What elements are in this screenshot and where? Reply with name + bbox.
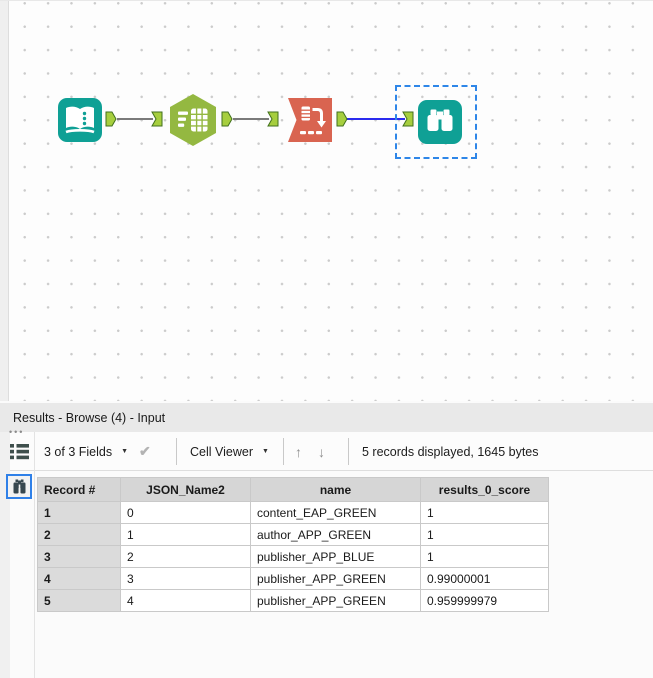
output-anchor-icon (336, 111, 348, 127)
data-cell[interactable]: 1 (420, 523, 549, 546)
pane-splitter-handle[interactable]: ••• (9, 427, 24, 437)
data-cell[interactable]: 1 (420, 501, 549, 524)
record-number-cell[interactable]: 1 (37, 501, 121, 524)
toolbar-separator (283, 438, 284, 465)
connection-jsonparse-to-transpose[interactable] (233, 118, 269, 120)
apply-check-icon[interactable]: ✔ (139, 443, 151, 460)
fields-dropdown[interactable]: 3 of 3 Fields ▼ ✔ (44, 432, 151, 471)
results-pane: Results - Browse (4) - Input 3 of 3 Fiel… (0, 401, 653, 678)
move-up-button[interactable]: ↑ (295, 432, 302, 471)
browse-profile-button[interactable] (6, 474, 32, 499)
canvas-edge-gutter (0, 1, 9, 401)
move-down-button[interactable]: ↓ (318, 432, 325, 471)
output-anchor-icon (105, 111, 117, 127)
record-number-cell[interactable]: 2 (37, 523, 121, 546)
record-number-cell[interactable]: 3 (37, 545, 121, 568)
results-title: Results - Browse (4) - Input (13, 410, 166, 425)
input-anchor-icon (267, 111, 279, 127)
workflow-canvas[interactable] (0, 1, 653, 401)
column-header[interactable]: results_0_score (420, 477, 549, 502)
data-cell[interactable]: publisher_APP_BLUE (250, 545, 421, 568)
column-header[interactable]: name (250, 477, 421, 502)
record-number-cell[interactable]: 4 (37, 567, 121, 590)
table-row: 3 2 publisher_APP_BLUE 1 (37, 545, 549, 568)
json-parse-tool[interactable] (167, 93, 219, 147)
results-grid: Record # JSON_Name2 name results_0_score 10… (37, 477, 549, 612)
binoculars-icon (13, 479, 25, 493)
record-count-status: 5 records displayed, 1645 bytes (362, 444, 539, 459)
input-anchor-icon (151, 111, 163, 127)
transpose-tool[interactable] (287, 97, 333, 143)
data-cell[interactable]: publisher_APP_GREEN (250, 589, 421, 612)
results-menu-button[interactable] (7, 439, 31, 463)
results-table: Record # JSON_Name2 name results_0_score 10… (37, 477, 549, 612)
output-anchor-icon (221, 111, 233, 127)
data-cell[interactable]: 4 (120, 589, 251, 612)
results-title-bar: Results - Browse (4) - Input (0, 403, 653, 432)
results-left-gutter (0, 432, 10, 678)
data-cell[interactable]: 0 (120, 501, 251, 524)
results-toolbar: 3 of 3 Fields ▼ ✔ Cell Viewer ▼ ↑ ↓ 5 re… (0, 432, 653, 471)
data-cell[interactable]: 0.959999979 (420, 589, 549, 612)
data-cell[interactable]: publisher_APP_GREEN (250, 567, 421, 590)
table-row: 5 4 publisher_APP_GREEN 0.959999979 (37, 589, 549, 612)
toolbar-separator (348, 438, 349, 465)
data-cell[interactable]: 0.99000001 (420, 567, 549, 590)
cell-viewer-dropdown[interactable]: Cell Viewer ▼ (190, 432, 269, 471)
table-row: 1 0 content_EAP_GREEN 1 (37, 501, 549, 524)
chevron-down-icon: ▼ (121, 448, 129, 455)
table-header-row: Record # JSON_Name2 name results_0_score (37, 477, 549, 502)
data-cell[interactable]: 1 (120, 523, 251, 546)
cell-viewer-label: Cell Viewer (190, 444, 253, 459)
table-row: 4 3 publisher_APP_GREEN 0.99000001 (37, 567, 549, 590)
icon-column-divider (34, 432, 35, 678)
data-cell[interactable]: content_EAP_GREEN (250, 501, 421, 524)
column-header[interactable]: Record # (37, 477, 121, 502)
data-cell[interactable]: 3 (120, 567, 251, 590)
fields-dropdown-label: 3 of 3 Fields (44, 444, 113, 459)
chevron-down-icon: ▼ (262, 448, 269, 455)
record-number-cell[interactable]: 5 (37, 589, 121, 612)
data-cell[interactable]: 1 (420, 545, 549, 568)
data-cell[interactable]: author_APP_GREEN (250, 523, 421, 546)
column-header[interactable]: JSON_Name2 (120, 477, 251, 502)
tool-selection-box (395, 85, 477, 159)
table-row: 2 1 author_APP_GREEN 1 (37, 523, 549, 546)
input-data-tool[interactable] (57, 97, 103, 143)
connection-input-to-jsonparse[interactable] (117, 118, 153, 120)
app-window: Results - Browse (4) - Input 3 of 3 Fiel… (0, 0, 653, 678)
toolbar-separator (176, 438, 177, 465)
data-cell[interactable]: 2 (120, 545, 251, 568)
list-icon (9, 443, 29, 459)
